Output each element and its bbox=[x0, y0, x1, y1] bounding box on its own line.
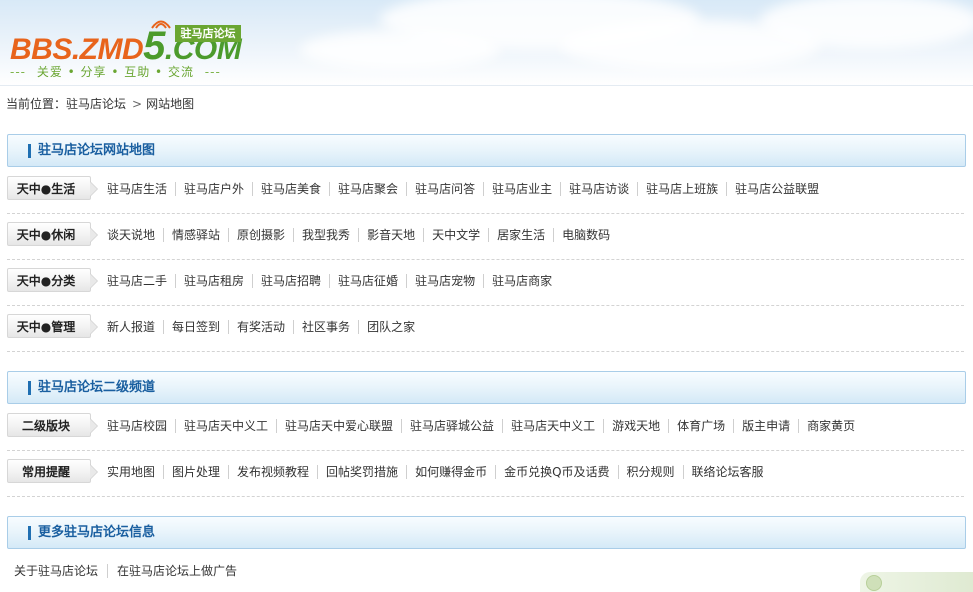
link-item[interactable]: 版主申请 bbox=[733, 419, 798, 433]
link-item[interactable]: 新人报道 bbox=[107, 320, 163, 334]
category-row-management: 天中●管理 新人报道 每日签到 有奖活动 社区事务 团队之家 bbox=[7, 305, 964, 352]
logo-text-part1: BBS.ZMD bbox=[10, 33, 144, 66]
link-item[interactable]: 驻马店驿城公益 bbox=[401, 419, 502, 433]
link-item[interactable]: 回帖奖罚措施 bbox=[317, 465, 406, 479]
link-item[interactable]: 商家黄页 bbox=[798, 419, 863, 433]
category-tag: 天中●分类 bbox=[7, 268, 98, 292]
breadcrumb-separator: > bbox=[132, 97, 143, 111]
link-item[interactable]: 发布视频教程 bbox=[228, 465, 317, 479]
link-item[interactable]: 驻马店商家 bbox=[483, 274, 560, 288]
site-header: BBS.ZMD5.COM 驻马店论坛 --- 关爱 • 分享 • 互助 • 交流… bbox=[0, 0, 973, 86]
logo-text-part2: 5 bbox=[143, 24, 165, 68]
category-row-classified: 天中●分类 驻马店二手 驻马店租房 驻马店招聘 驻马店征婚 驻马店宠物 驻马店商… bbox=[7, 259, 964, 306]
link-item[interactable]: 电脑数码 bbox=[553, 228, 618, 242]
breadcrumb: 当前位置：驻马店论坛 > 网站地图 bbox=[6, 96, 194, 112]
about-link[interactable]: 关于驻马店论坛 bbox=[14, 564, 107, 578]
category-links: 新人报道 每日签到 有奖活动 社区事务 团队之家 bbox=[107, 318, 423, 336]
link-item[interactable]: 谈天说地 bbox=[107, 228, 163, 242]
category-tag: 天中●生活 bbox=[7, 176, 98, 200]
link-item[interactable]: 金币兑换Q币及话费 bbox=[495, 465, 617, 479]
category-tag: 天中●管理 bbox=[7, 314, 98, 338]
breadcrumb-label: 当前位置： bbox=[6, 97, 67, 111]
logo-badge: 驻马店论坛 bbox=[175, 25, 241, 42]
link-item[interactable]: 我型我秀 bbox=[293, 228, 358, 242]
link-item[interactable]: 团队之家 bbox=[358, 320, 423, 334]
section-header-more-info: 更多驻马店论坛信息 bbox=[7, 516, 966, 549]
link-item[interactable]: 驻马店业主 bbox=[483, 182, 560, 196]
link-item[interactable]: 游戏天地 bbox=[603, 419, 668, 433]
link-item[interactable]: 体育广场 bbox=[668, 419, 733, 433]
link-item[interactable]: 联络论坛客服 bbox=[682, 465, 772, 479]
section-marker bbox=[28, 381, 31, 395]
link-item[interactable]: 驻马店问答 bbox=[406, 182, 483, 196]
header-divider bbox=[0, 85, 973, 86]
link-item[interactable]: 有奖活动 bbox=[228, 320, 293, 334]
link-item[interactable]: 驻马店公益联盟 bbox=[726, 182, 827, 196]
category-tag: 天中●休闲 bbox=[7, 222, 98, 246]
section-title: 更多驻马店论坛信息 bbox=[38, 525, 156, 540]
link-item[interactable]: 社区事务 bbox=[293, 320, 358, 334]
category-links: 驻马店二手 驻马店租房 驻马店招聘 驻马店征婚 驻马店宠物 驻马店商家 bbox=[107, 272, 560, 290]
category-links: 谈天说地 情感驿站 原创摄影 我型我秀 影音天地 天中文学 居家生活 电脑数码 bbox=[107, 226, 618, 244]
link-item[interactable]: 天中文学 bbox=[423, 228, 488, 242]
link-item[interactable]: 每日签到 bbox=[163, 320, 228, 334]
link-item[interactable]: 实用地图 bbox=[107, 465, 163, 479]
link-item[interactable]: 驻马店美食 bbox=[252, 182, 329, 196]
cloud-decoration bbox=[300, 30, 500, 70]
advertise-link[interactable]: 在驻马店论坛上做广告 bbox=[107, 564, 246, 578]
link-item[interactable]: 驻马店生活 bbox=[107, 182, 175, 196]
floating-widget[interactable] bbox=[860, 572, 973, 592]
link-item[interactable]: 居家生活 bbox=[488, 228, 553, 242]
category-links: 驻马店校园 驻马店天中义工 驻马店天中爱心联盟 驻马店驿城公益 驻马店天中义工 … bbox=[107, 417, 863, 435]
link-item[interactable]: 积分规则 bbox=[617, 465, 683, 479]
link-item[interactable]: 驻马店二手 bbox=[107, 274, 175, 288]
slogan-dash-right: --- bbox=[204, 65, 221, 79]
breadcrumb-current: 网站地图 bbox=[146, 97, 195, 111]
section-marker bbox=[28, 144, 31, 158]
link-item[interactable]: 驻马店聚会 bbox=[329, 182, 406, 196]
link-item[interactable]: 驻马店征婚 bbox=[329, 274, 406, 288]
link-item[interactable]: 原创摄影 bbox=[228, 228, 293, 242]
breadcrumb-home-link[interactable]: 驻马店论坛 bbox=[66, 97, 126, 111]
widget-icon bbox=[866, 575, 882, 591]
section-header-sitemap: 驻马店论坛网站地图 bbox=[7, 134, 966, 167]
link-item[interactable]: 驻马店租房 bbox=[175, 274, 252, 288]
category-tag: 二级版块 bbox=[7, 413, 98, 437]
category-row-subforums: 二级版块 驻马店校园 驻马店天中义工 驻马店天中爱心联盟 驻马店驿城公益 驻马店… bbox=[7, 404, 964, 451]
category-tag: 常用提醒 bbox=[7, 459, 98, 483]
link-item[interactable]: 驻马店招聘 bbox=[252, 274, 329, 288]
link-item[interactable]: 驻马店宠物 bbox=[406, 274, 483, 288]
category-links: 实用地图 图片处理 发布视频教程 回帖奖罚措施 如何赚得金币 金币兑换Q币及话费… bbox=[107, 463, 772, 481]
category-links: 驻马店生活 驻马店户外 驻马店美食 驻马店聚会 驻马店问答 驻马店业主 驻马店访… bbox=[107, 180, 827, 198]
link-item[interactable]: 驻马店校园 bbox=[107, 419, 175, 433]
link-item[interactable]: 驻马店访谈 bbox=[560, 182, 637, 196]
link-item[interactable]: 驻马店天中义工 bbox=[502, 419, 603, 433]
link-item[interactable]: 情感驿站 bbox=[163, 228, 228, 242]
link-item[interactable]: 图片处理 bbox=[163, 465, 228, 479]
link-item[interactable]: 驻马店天中义工 bbox=[175, 419, 276, 433]
link-item[interactable]: 如何赚得金币 bbox=[406, 465, 495, 479]
category-row-leisure: 天中●休闲 谈天说地 情感驿站 原创摄影 我型我秀 影音天地 天中文学 居家生活… bbox=[7, 213, 964, 260]
link-item[interactable]: 驻马店上班族 bbox=[637, 182, 726, 196]
more-info-links: 关于驻马店论坛 在驻马店论坛上做广告 bbox=[14, 562, 246, 580]
slogan-text: 关爱 • 分享 • 互助 • 交流 bbox=[36, 65, 194, 79]
link-item[interactable]: 驻马店天中爱心联盟 bbox=[276, 419, 401, 433]
slogan-dash-left: --- bbox=[10, 65, 26, 79]
category-row-tips: 常用提醒 实用地图 图片处理 发布视频教程 回帖奖罚措施 如何赚得金币 金币兑换… bbox=[7, 450, 964, 497]
section-title: 驻马店论坛网站地图 bbox=[38, 143, 156, 158]
category-row-life: 天中●生活 驻马店生活 驻马店户外 驻马店美食 驻马店聚会 驻马店问答 驻马店业… bbox=[7, 167, 964, 214]
section-title: 驻马店论坛二级频道 bbox=[38, 380, 156, 395]
link-item[interactable]: 驻马店户外 bbox=[175, 182, 252, 196]
section-header-subchannels: 驻马店论坛二级频道 bbox=[7, 371, 966, 404]
section-marker bbox=[28, 526, 31, 540]
link-item[interactable]: 影音天地 bbox=[358, 228, 423, 242]
site-slogan: --- 关爱 • 分享 • 互助 • 交流 --- bbox=[10, 63, 221, 81]
